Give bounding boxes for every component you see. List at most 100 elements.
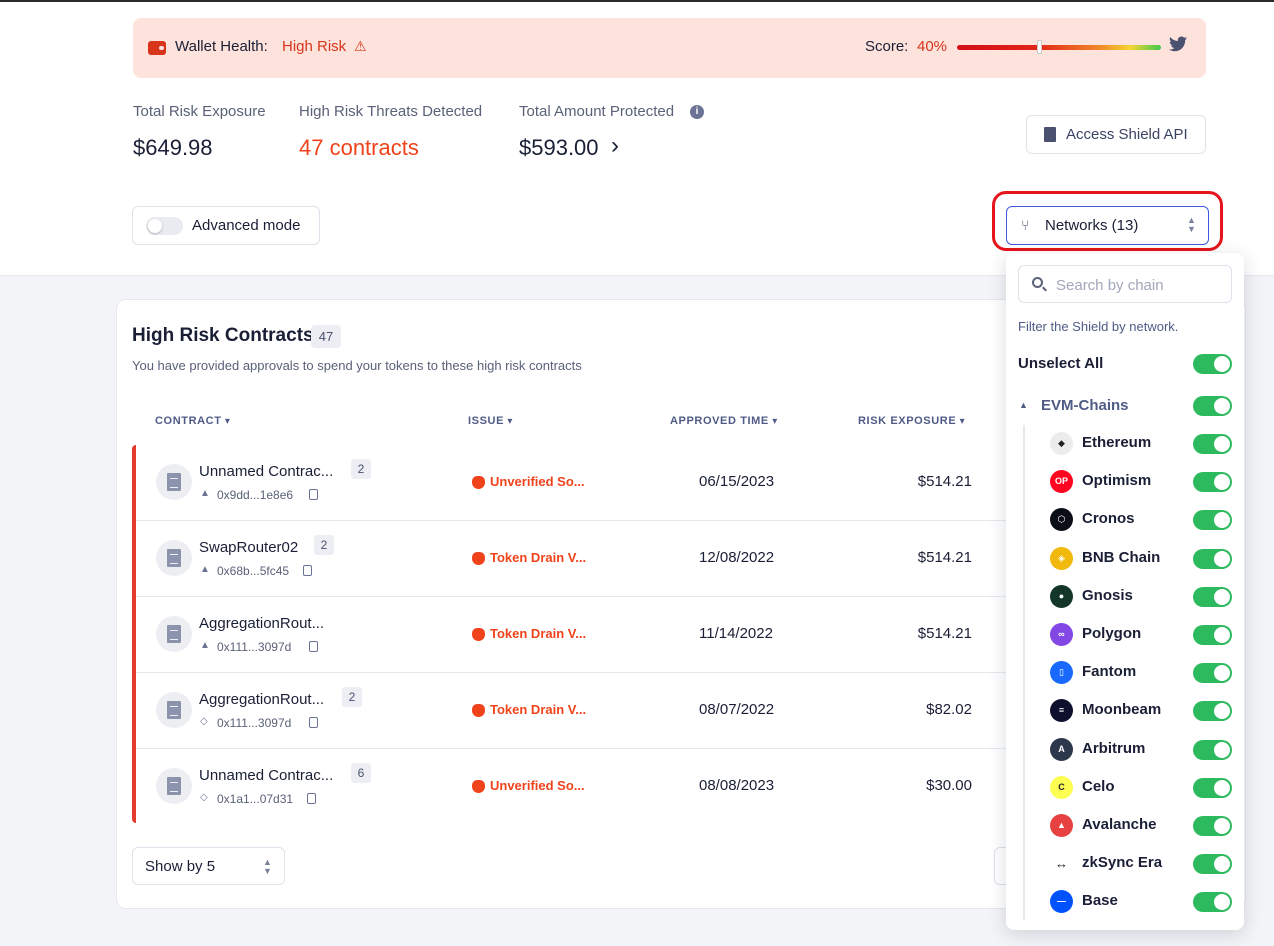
contract-name[interactable]: Unnamed Contrac... bbox=[199, 767, 333, 784]
twitter-icon[interactable] bbox=[1169, 36, 1187, 52]
chain-toggle[interactable] bbox=[1193, 472, 1232, 493]
issue-label[interactable]: Unverified So... bbox=[490, 778, 585, 793]
bnb-icon: ◈ bbox=[1050, 546, 1073, 570]
copy-icon[interactable] bbox=[303, 565, 312, 576]
chain-toggle[interactable] bbox=[1193, 663, 1232, 684]
chain-name: Polygon bbox=[1082, 625, 1142, 642]
issue-label[interactable]: Token Drain V... bbox=[490, 550, 586, 565]
total-amount-protected-label: Total Amount Protected bbox=[519, 103, 675, 120]
group-tree-line bbox=[1023, 425, 1025, 920]
score-bar bbox=[957, 45, 1161, 50]
high-risk-threats-value[interactable]: 47 contracts bbox=[299, 135, 419, 161]
chain-name: Base bbox=[1082, 892, 1118, 910]
toggle-switch-off[interactable] bbox=[146, 217, 183, 235]
contract-name[interactable]: Unnamed Contrac... bbox=[199, 463, 333, 480]
chain-toggle[interactable] bbox=[1193, 777, 1232, 798]
chain-name: Fantom bbox=[1082, 663, 1137, 681]
table-row[interactable]: Unnamed Contrac... 6 ◇ 0x1a1...07d31 Unv… bbox=[136, 749, 1011, 825]
chain-icon: ▲ bbox=[200, 488, 210, 499]
chain-search-input[interactable] bbox=[1056, 274, 1226, 296]
contract-name[interactable]: AggregationRout... bbox=[199, 615, 324, 632]
approved-date: 12/08/2022 bbox=[699, 549, 775, 566]
celo-icon: C bbox=[1050, 775, 1073, 799]
contract-name[interactable]: SwapRouter02 bbox=[199, 539, 298, 556]
contract-address: 0x111...3097d bbox=[217, 716, 292, 730]
chain-toggle[interactable] bbox=[1193, 892, 1232, 913]
copy-icon[interactable] bbox=[309, 489, 318, 500]
chain-toggle[interactable] bbox=[1193, 854, 1232, 875]
total-amount-protected-value[interactable]: $593.00 bbox=[519, 135, 599, 161]
bug-icon bbox=[472, 704, 485, 717]
total-risk-exposure-label: Total Risk Exposure bbox=[133, 103, 266, 120]
copy-icon[interactable] bbox=[307, 793, 316, 804]
issue-label[interactable]: Token Drain V... bbox=[490, 626, 586, 641]
chain-toggle[interactable] bbox=[1193, 434, 1232, 454]
copy-icon[interactable] bbox=[309, 717, 318, 728]
table-row[interactable]: AggregationRout... ▲ 0x111...3097d Token… bbox=[136, 597, 1011, 673]
chain-name: Gnosis bbox=[1082, 586, 1133, 604]
chain-toggle[interactable] bbox=[1193, 510, 1232, 531]
approved-date: 11/14/2022 bbox=[699, 625, 773, 642]
bug-icon bbox=[472, 780, 485, 793]
chain-name: BNB Chain bbox=[1082, 548, 1161, 566]
contracts-table-body: Unnamed Contrac... 2 ▲ 0x9dd...1e8e6 Unv… bbox=[132, 445, 1011, 823]
unselect-all-label: Unselect All bbox=[1018, 355, 1104, 372]
sort-arrows-icon: ▲ ▼ bbox=[1187, 215, 1196, 234]
networks-dropdown-button[interactable]: ⑂ Networks (13) ▲ ▼ bbox=[1006, 206, 1209, 245]
chain-toggle[interactable] bbox=[1193, 701, 1232, 722]
arbitrum-icon: A bbox=[1050, 737, 1073, 761]
risk-exposure-amount: $514.21 bbox=[917, 549, 972, 566]
evm-chains-toggle[interactable] bbox=[1193, 396, 1232, 416]
show-by-select[interactable]: Show by 5 ▲ ▼ bbox=[132, 847, 285, 885]
document-icon bbox=[1044, 127, 1056, 142]
ethereum-icon: ◆ bbox=[1050, 432, 1073, 455]
contract-file-icon bbox=[156, 540, 192, 576]
chain-toggle[interactable] bbox=[1193, 548, 1232, 569]
contract-count-badge: 6 bbox=[351, 763, 371, 783]
contract-file-icon bbox=[156, 464, 192, 500]
info-icon[interactable]: i bbox=[690, 105, 704, 119]
column-header-issue[interactable]: ISSUE bbox=[468, 415, 513, 427]
chain-search-field[interactable] bbox=[1018, 265, 1232, 303]
chain-toggle[interactable] bbox=[1193, 816, 1232, 836]
contract-name[interactable]: AggregationRout... bbox=[199, 691, 324, 708]
chain-name: Celo bbox=[1082, 777, 1115, 795]
column-header-approved-time[interactable]: APPROVED TIME bbox=[670, 415, 778, 427]
bug-icon bbox=[472, 628, 485, 641]
high-risk-contracts-subtitle: You have provided approvals to spend you… bbox=[132, 358, 582, 373]
chain-name: zkSync Era bbox=[1082, 854, 1163, 872]
chain-toggle[interactable] bbox=[1193, 625, 1232, 645]
chain-icon: ▲ bbox=[200, 640, 210, 651]
table-row[interactable]: SwapRouter02 2 ▲ 0x68b...5fc45 Token Dra… bbox=[136, 521, 1011, 597]
issue-label[interactable]: Token Drain V... bbox=[490, 702, 586, 717]
column-header-risk-exposure[interactable]: RISK EXPOSURE bbox=[858, 415, 965, 427]
chevron-right-icon[interactable]: › bbox=[611, 132, 619, 160]
contract-count-badge: 2 bbox=[351, 459, 371, 479]
wallet-health-banner: Wallet Health: High Risk ⚠ Score: 40% bbox=[133, 18, 1206, 78]
chain-toggle[interactable] bbox=[1193, 586, 1232, 607]
contract-file-icon bbox=[156, 692, 192, 728]
copy-icon[interactable] bbox=[309, 641, 318, 652]
chain-icon: ◇ bbox=[200, 792, 208, 803]
access-shield-api-button[interactable]: Access Shield API bbox=[1026, 115, 1206, 154]
chain-toggle[interactable] bbox=[1193, 739, 1232, 760]
chain-name: Arbitrum bbox=[1082, 739, 1146, 757]
polygon-icon: ∞ bbox=[1050, 623, 1073, 646]
table-row[interactable]: AggregationRout... 2 ◇ 0x111...3097d Tok… bbox=[136, 673, 1011, 749]
column-header-contract[interactable]: CONTRACT bbox=[155, 415, 231, 427]
networks-button-label: Networks (13) bbox=[1045, 217, 1139, 234]
collapse-arrow-icon[interactable]: ▲ bbox=[1019, 400, 1028, 410]
issue-label[interactable]: Unverified So... bbox=[490, 474, 585, 489]
bug-icon bbox=[472, 476, 485, 489]
contract-address: 0x1a1...07d31 bbox=[217, 792, 294, 806]
unselect-all-toggle[interactable] bbox=[1193, 354, 1232, 374]
moonbeam-icon: ≡ bbox=[1050, 699, 1073, 723]
networks-filter-description: Filter the Shield by network. bbox=[1018, 319, 1179, 334]
contract-address: 0x9dd...1e8e6 bbox=[217, 488, 294, 502]
contract-address: 0x68b...5fc45 bbox=[217, 564, 290, 578]
advanced-mode-toggle[interactable]: Advanced mode bbox=[132, 206, 320, 245]
score-bar-marker bbox=[1036, 40, 1042, 54]
table-row[interactable]: Unnamed Contrac... 2 ▲ 0x9dd...1e8e6 Unv… bbox=[136, 445, 1011, 521]
evm-chains-group-label[interactable]: EVM-Chains bbox=[1041, 397, 1129, 414]
bug-icon bbox=[472, 552, 485, 565]
